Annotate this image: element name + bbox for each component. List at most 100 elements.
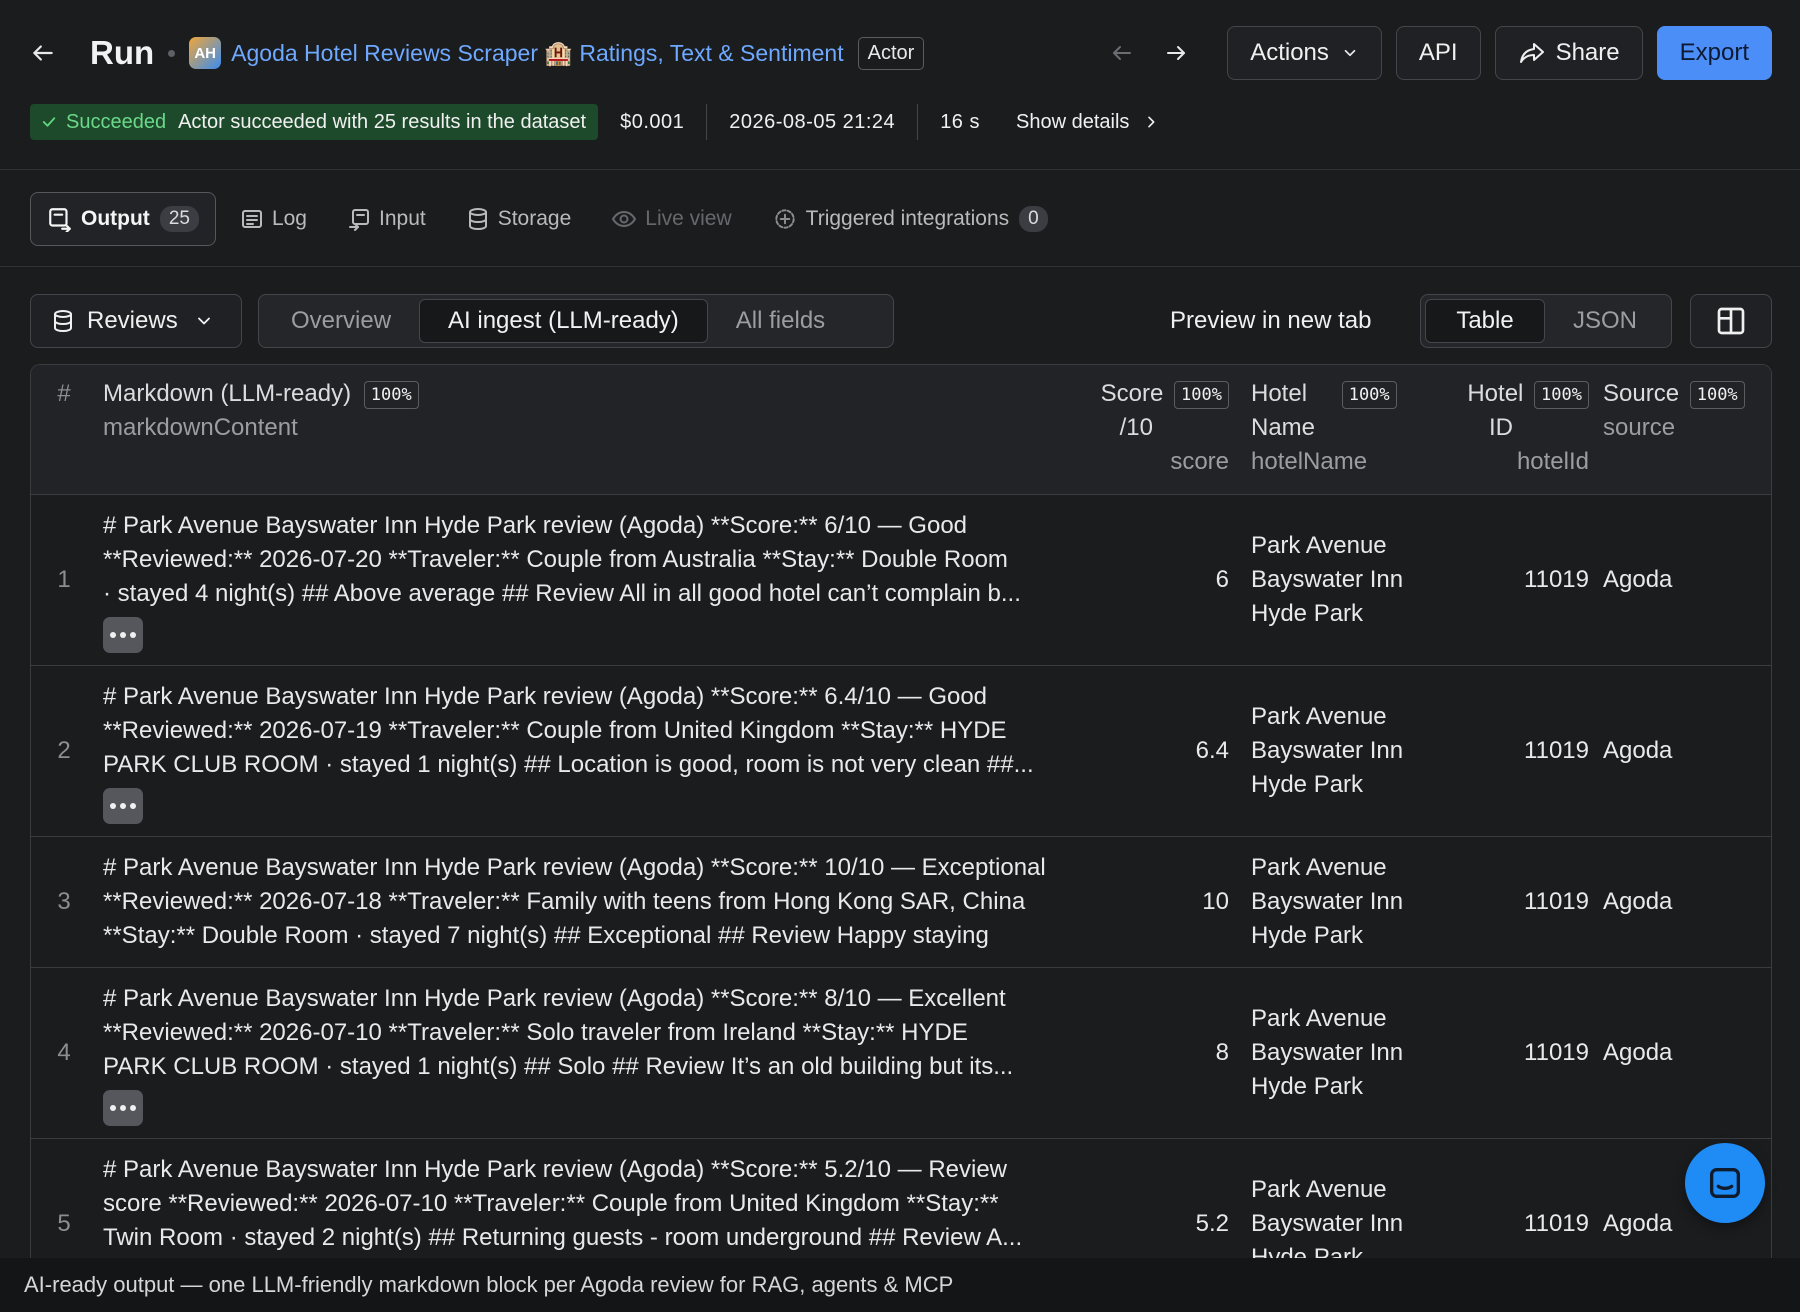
view-overview[interactable]: Overview	[263, 299, 419, 343]
hotel-id-fill-rate: 100%	[1534, 380, 1589, 409]
hotel-name-line: Hyde Park	[1251, 600, 1364, 627]
show-details-link[interactable]: Show details	[1002, 111, 1159, 134]
table-row[interactable]: 5 # Park Avenue Bayswater Inn Hyde Park …	[31, 1139, 1771, 1264]
api-button[interactable]: API	[1395, 26, 1481, 80]
tab-triggered-integrations[interactable]: Triggered integrations 0	[756, 192, 1064, 246]
hotel-name-cell: Park Avenue Bayswater Inn Hyde Park	[1251, 700, 1403, 802]
previous-run-button[interactable]	[1095, 26, 1149, 80]
markdown-line: **Reviewed:** 2026-07-19 **Traveler:** C…	[103, 717, 1007, 744]
row-index: 3	[57, 888, 71, 915]
api-label: API	[1418, 39, 1458, 66]
table-row[interactable]: 1 # Park Avenue Bayswater Inn Hyde Park …	[31, 495, 1771, 666]
tab-log[interactable]: Log	[224, 192, 323, 246]
hotel-name-cell: Park Avenue Bayswater Inn Hyde Park	[1251, 529, 1403, 631]
view-all-fields[interactable]: All fields	[708, 299, 853, 343]
format-switcher: Table JSON	[1420, 294, 1672, 348]
row-index: 4	[57, 1039, 71, 1066]
actor-link[interactable]: Agoda Hotel Reviews Scraper 🏨 Ratings, T…	[231, 40, 843, 67]
score-column-title: Score	[1100, 380, 1164, 407]
eye-icon	[612, 210, 637, 228]
column-layout-button[interactable]	[1690, 294, 1772, 348]
chevron-right-icon	[1148, 116, 1155, 128]
source-fill-rate: 100%	[1689, 380, 1745, 409]
status-label: Succeeded	[66, 110, 167, 133]
output-icon	[49, 208, 71, 232]
score-cell: 6.4	[1195, 737, 1229, 764]
tab-input[interactable]: Input	[331, 192, 442, 246]
table-row[interactable]: 2 # Park Avenue Bayswater Inn Hyde Park …	[31, 666, 1771, 837]
tabs-divider	[0, 266, 1800, 267]
expand-cell-button[interactable]	[103, 788, 143, 824]
markdown-line: **Reviewed:** 2026-07-18 **Traveler:** F…	[103, 888, 1026, 915]
source-column-header[interactable]: Source 100% source	[1603, 377, 1767, 445]
support-chat-button[interactable]	[1685, 1143, 1765, 1223]
actions-button[interactable]: Actions	[1227, 26, 1382, 80]
actor-logo: AH	[189, 37, 222, 69]
actions-label: Actions	[1250, 39, 1329, 66]
tab-live-view[interactable]: Live view	[595, 192, 747, 246]
row-index: 1	[57, 566, 71, 593]
source-column-title: Source	[1603, 380, 1680, 407]
markdown-line: **Reviewed:** 2026-07-20 **Traveler:** C…	[103, 546, 1008, 573]
status-message: Actor succeeded with 25 results in the d…	[178, 110, 587, 133]
source-cell: Agoda	[1603, 737, 1673, 764]
score-cell: 6	[1215, 566, 1229, 593]
tab-output[interactable]: Output 25	[30, 192, 216, 246]
dataset-select[interactable]: Reviews	[30, 294, 242, 348]
markdown-line: Twin Room · stayed 2 night(s) ## Returni…	[103, 1224, 1023, 1251]
markdown-field-name: markdownContent	[103, 414, 298, 441]
markdown-cell: # Park Avenue Bayswater Inn Hyde Park re…	[103, 509, 1073, 653]
expand-cell-button[interactable]	[103, 1090, 143, 1126]
title-separator	[168, 49, 176, 57]
score-column-title-unit: /10	[1119, 414, 1153, 441]
actor-type-badge: Actor	[857, 36, 925, 70]
source-cell: Agoda	[1603, 566, 1673, 593]
markdown-cell: # Park Avenue Bayswater Inn Hyde Park re…	[103, 851, 1073, 953]
format-table[interactable]: Table	[1425, 299, 1545, 343]
export-button[interactable]: Export	[1656, 26, 1772, 80]
view-switcher: Overview AI ingest (LLM-ready) All field…	[258, 294, 894, 348]
tab-storage[interactable]: Storage	[450, 192, 588, 246]
hotel-name-line: Bayswater Inn	[1251, 1039, 1404, 1066]
source-field-name: source	[1603, 414, 1676, 441]
table-row[interactable]: 3 # Park Avenue Bayswater Inn Hyde Park …	[31, 837, 1771, 968]
hotel-id-column-header[interactable]: Hotel 100% ID hotelId	[1439, 377, 1589, 479]
tab-output-label: Output	[81, 207, 150, 230]
hotel-id-cell: 11019	[1524, 737, 1589, 764]
integrations-count-badge: 0	[1019, 206, 1048, 232]
table-header: # Markdown (LLM-ready) 100% markdownCont…	[31, 365, 1771, 495]
results-table: # Markdown (LLM-ready) 100% markdownCont…	[30, 364, 1772, 1264]
preview-in-new-tab-link[interactable]: Preview in new tab	[1170, 294, 1371, 348]
arrow-right-icon	[1167, 46, 1186, 60]
hotel-name-column-title-2: Name	[1251, 414, 1316, 441]
tab-integrations-label: Triggered integrations	[805, 207, 1010, 230]
hotel-id-cell: 11019	[1524, 1039, 1589, 1066]
integrations-icon	[775, 209, 795, 229]
hotel-name-line: Bayswater Inn	[1251, 888, 1404, 915]
next-run-button[interactable]	[1149, 26, 1203, 80]
hotel-name-column-header[interactable]: Hotel 100% Name hotelName	[1251, 377, 1411, 479]
hotel-id-cell: 11019	[1524, 566, 1589, 593]
markdown-column-header[interactable]: Markdown (LLM-ready) 100% markdownConten…	[103, 377, 419, 445]
hotel-name-line: Park Avenue	[1251, 1005, 1387, 1032]
markdown-line: # Park Avenue Bayswater Inn Hyde Park re…	[103, 854, 1046, 881]
row-index: 2	[57, 737, 71, 764]
run-header: Run AH Agoda Hotel Reviews Scraper 🏨 Rat…	[0, 0, 1800, 170]
markdown-line: score **Reviewed:** 2026-07-10 **Travele…	[103, 1190, 999, 1217]
share-label: Share	[1555, 39, 1620, 66]
expand-cell-button[interactable]	[103, 617, 143, 653]
markdown-column-title: Markdown (LLM-ready)	[103, 380, 352, 407]
database-icon	[54, 310, 72, 333]
table-row[interactable]: 4 # Park Avenue Bayswater Inn Hyde Park …	[31, 968, 1771, 1139]
header-top-row: Run AH Agoda Hotel Reviews Scraper 🏨 Rat…	[30, 26, 1772, 80]
score-column-header[interactable]: Score 100% /10 score	[1081, 377, 1229, 479]
share-button[interactable]: Share	[1494, 26, 1643, 80]
back-button[interactable]	[30, 26, 76, 80]
hotel-name-line: Hyde Park	[1251, 771, 1364, 798]
score-cell: 8	[1215, 1039, 1229, 1066]
hotel-id-field-name: hotelId	[1516, 448, 1589, 475]
source-cell: Agoda	[1603, 1210, 1673, 1237]
tab-storage-label: Storage	[497, 207, 572, 230]
view-ai-ingest[interactable]: AI ingest (LLM-ready)	[419, 299, 708, 343]
format-json[interactable]: JSON	[1545, 299, 1665, 343]
